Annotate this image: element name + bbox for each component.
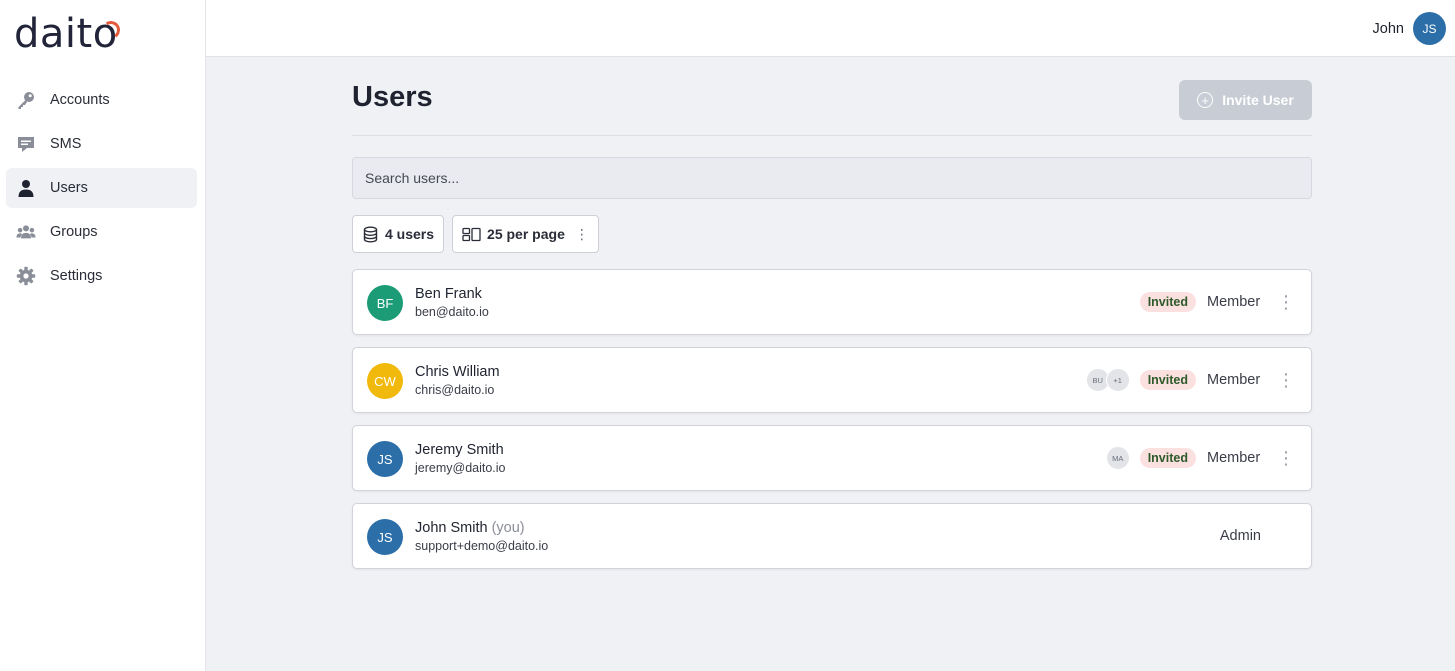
database-icon	[362, 226, 379, 243]
per-page-chip[interactable]: 25 per page ⋮	[452, 215, 599, 253]
user-role: Member	[1207, 372, 1261, 388]
topbar: John JS	[206, 0, 1455, 57]
status-badge: Invited	[1139, 370, 1196, 390]
sidebar-item-label: Settings	[50, 268, 103, 284]
row-meta: Admin	[1220, 504, 1297, 568]
group-avatars: BU +1	[1085, 368, 1130, 392]
group-avatar: +1	[1105, 368, 1130, 392]
avatar: CW	[367, 363, 403, 399]
you-label: (you)	[491, 520, 525, 536]
sidebar-nav: Accounts SMS Users Groups Settings	[6, 80, 197, 300]
user-count-label: 4 users	[385, 226, 435, 242]
user-name-text: Ben Frank	[415, 286, 482, 302]
avatar: BF	[367, 285, 403, 321]
user-menu[interactable]: John JS	[1373, 12, 1446, 45]
row-meta: BU +1 Invited Member ⋮	[1085, 348, 1297, 412]
page-title: Users	[352, 81, 433, 113]
status-badge: Invited	[1139, 292, 1196, 312]
gear-icon	[16, 266, 36, 286]
user-icon	[16, 178, 36, 198]
user-list: BF Ben Frank ben@daito.io Invited Member ⋮ CW C…	[352, 269, 1312, 581]
sidebar-item-sms[interactable]: SMS	[6, 124, 197, 164]
table-row[interactable]: CW Chris William chris@daito.io BU +1 Invited…	[352, 347, 1312, 413]
logo[interactable]: daito	[14, 12, 122, 56]
user-name-text: Jeremy Smith	[415, 442, 504, 458]
user-email: ben@daito.io	[415, 305, 489, 319]
invite-user-label: Invite User	[1222, 92, 1294, 108]
user-role: Admin	[1219, 528, 1261, 544]
user-name: John Smith (you)	[415, 520, 525, 536]
sidebar-item-label: SMS	[50, 136, 82, 152]
list-controls: 4 users 25 per page ⋮	[352, 215, 607, 253]
kebab-icon: ⋮	[574, 225, 589, 242]
user-email: support+demo@daito.io	[415, 539, 549, 553]
per-page-label: 25 per page	[487, 226, 565, 242]
user-role: Member	[1207, 294, 1261, 310]
table-row[interactable]: JS John Smith (you) support+demo@daito.io A…	[352, 503, 1312, 569]
sidebar-item-settings[interactable]: Settings	[6, 256, 197, 296]
user-email: chris@daito.io	[415, 383, 495, 397]
kebab-menu-icon[interactable]: ⋮	[1275, 370, 1297, 391]
avatar: JS	[367, 441, 403, 477]
divider	[352, 135, 1312, 136]
user-name: Chris William	[415, 364, 500, 380]
sidebar-item-label: Users	[50, 180, 88, 196]
kebab-menu-icon[interactable]: ⋮	[1275, 448, 1297, 469]
chat-icon	[16, 134, 36, 154]
user-count-chip[interactable]: 4 users	[352, 215, 445, 253]
plus-circle-icon: +	[1197, 92, 1214, 108]
sidebar-item-groups[interactable]: Groups	[6, 212, 197, 252]
user-name: John	[1372, 20, 1404, 37]
search-input[interactable]	[352, 157, 1312, 199]
sidebar-item-accounts[interactable]: Accounts	[6, 80, 197, 120]
user-name: Ben Frank	[415, 286, 482, 302]
user-email: jeremy@daito.io	[415, 461, 506, 475]
user-name-text: John Smith	[415, 520, 488, 536]
sidebar-item-users[interactable]: Users	[6, 168, 197, 208]
user-name: Jeremy Smith	[415, 442, 504, 458]
logo-accent	[100, 19, 122, 41]
sidebar: daito Accounts SMS Users Groups Settings	[0, 0, 206, 671]
group-icon	[16, 222, 36, 242]
table-row[interactable]: BF Ben Frank ben@daito.io Invited Member ⋮	[352, 269, 1312, 335]
status-badge: Invited	[1139, 448, 1196, 468]
avatar[interactable]: JS	[1413, 12, 1446, 45]
group-avatars: MA	[1105, 446, 1130, 470]
avatar: JS	[367, 519, 403, 555]
logo-text: daito	[14, 12, 122, 56]
key-icon	[16, 90, 36, 110]
user-role: Member	[1207, 450, 1261, 466]
sidebar-item-label: Accounts	[50, 92, 110, 108]
sidebar-item-label: Groups	[50, 224, 98, 240]
group-avatar: MA	[1105, 446, 1130, 470]
kebab-menu-icon[interactable]: ⋮	[1275, 292, 1297, 313]
table-row[interactable]: JS Jeremy Smith jeremy@daito.io MA Invited Me…	[352, 425, 1312, 491]
row-meta: Invited Member ⋮	[1139, 270, 1297, 334]
invite-user-button[interactable]: + Invite User	[1179, 80, 1312, 120]
pagination-icon	[462, 227, 481, 242]
row-meta: MA Invited Member ⋮	[1105, 426, 1297, 490]
user-name-text: Chris William	[415, 364, 500, 380]
